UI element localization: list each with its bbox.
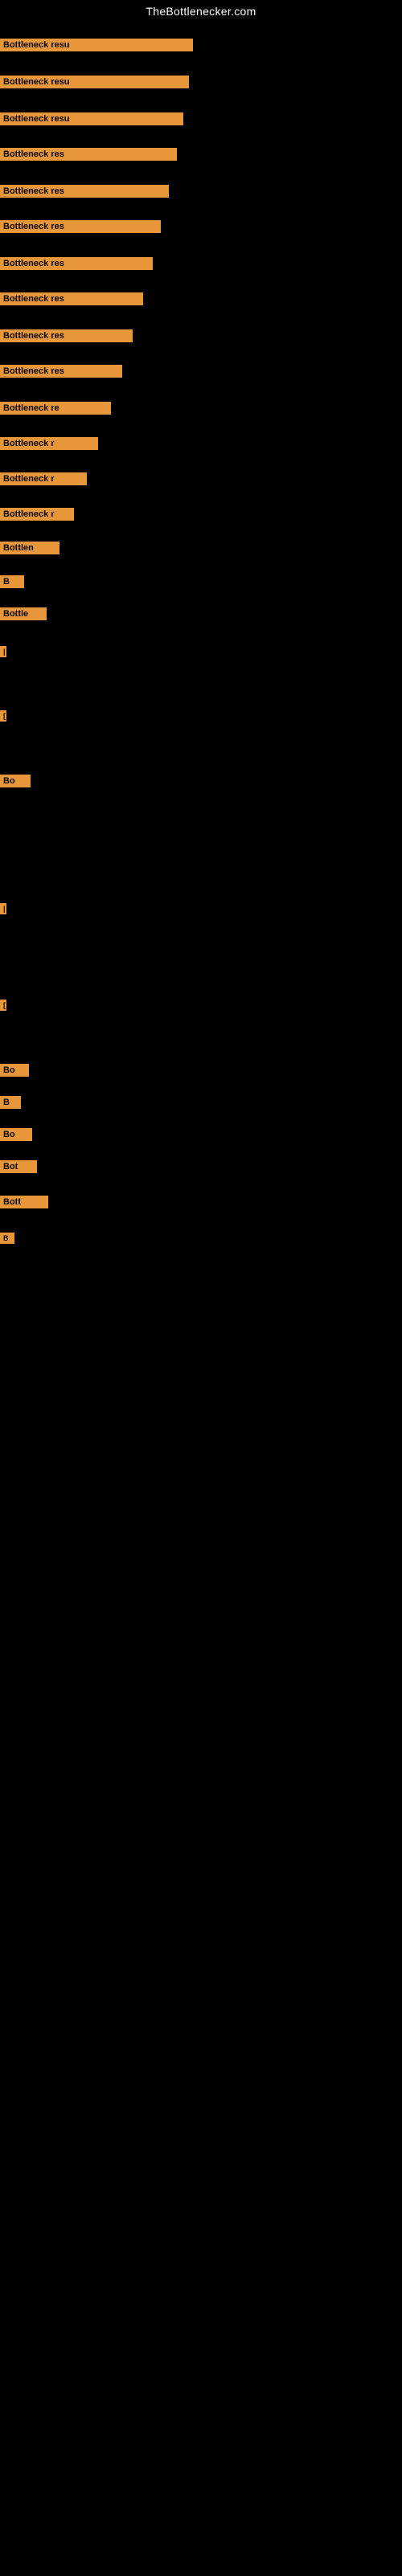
bar-label: B: [0, 575, 24, 588]
bar-item: Bottleneck r: [0, 472, 87, 485]
bar-item: Bottleneck r: [0, 508, 74, 521]
bar-label: Bottleneck res: [0, 329, 133, 342]
bar-item: Bottleneck resu: [0, 39, 193, 51]
bar-item: Bottleneck res: [0, 148, 177, 161]
bar-label: Bottleneck res: [0, 292, 143, 305]
bar-label: Bot: [0, 1160, 37, 1173]
bar-label: Bottleneck resu: [0, 112, 183, 125]
site-title: TheBottlenecker.com: [0, 0, 402, 21]
bar-label: Bottleneck re: [0, 402, 111, 415]
bar-label: [: [0, 710, 6, 722]
bar-item: Bottleneck res: [0, 292, 143, 305]
bar-label: Bo: [0, 775, 31, 787]
bar-label: Bottleneck res: [0, 185, 169, 198]
bar-item: Bottleneck res: [0, 365, 122, 378]
bar-item: B: [0, 575, 24, 588]
bar-label: |: [0, 646, 6, 657]
bar-item: Bot: [0, 1160, 37, 1173]
bar-item: |: [0, 903, 6, 914]
bar-label: Bo: [0, 1128, 32, 1141]
bar-label: Bottleneck r: [0, 508, 74, 521]
bar-label: Bottle: [0, 607, 47, 620]
bar-item: Bott: [0, 1196, 48, 1208]
bar-item: Bottleneck res: [0, 257, 153, 270]
bar-label: B: [0, 1233, 14, 1244]
bar-label: Bottleneck resu: [0, 39, 193, 51]
bar-label: B: [0, 1096, 21, 1109]
bar-item: Bottleneck resu: [0, 112, 183, 125]
bar-label: Bottleneck resu: [0, 76, 189, 88]
bar-item: Bottleneck res: [0, 185, 169, 198]
bar-label: Bo: [0, 1064, 29, 1077]
bar-item: Bottlen: [0, 542, 59, 554]
bar-item: Bottleneck res: [0, 220, 161, 233]
bar-item: Bo: [0, 775, 31, 787]
bar-item: Bottle: [0, 607, 47, 620]
bar-item: [: [0, 1000, 6, 1011]
bar-item: Bo: [0, 1064, 29, 1077]
bar-item: [: [0, 710, 6, 722]
bar-label: Bottleneck r: [0, 437, 98, 450]
bar-label: Bottleneck res: [0, 257, 153, 270]
bar-label: Bottleneck res: [0, 148, 177, 161]
bar-item: B: [0, 1096, 21, 1109]
bar-item: Bottleneck re: [0, 402, 111, 415]
bar-label: Bott: [0, 1196, 48, 1208]
bar-item: B: [0, 1233, 14, 1244]
bar-label: Bottleneck res: [0, 365, 122, 378]
bar-item: Bottleneck resu: [0, 76, 189, 88]
bar-item: |: [0, 646, 6, 657]
bar-label: [: [0, 1000, 6, 1011]
bar-item: Bottleneck res: [0, 329, 133, 342]
bar-item: Bo: [0, 1128, 32, 1141]
bar-label: |: [0, 903, 6, 914]
bar-label: Bottleneck r: [0, 472, 87, 485]
bar-label: Bottleneck res: [0, 220, 161, 233]
bar-item: Bottleneck r: [0, 437, 98, 450]
bar-label: Bottlen: [0, 542, 59, 554]
